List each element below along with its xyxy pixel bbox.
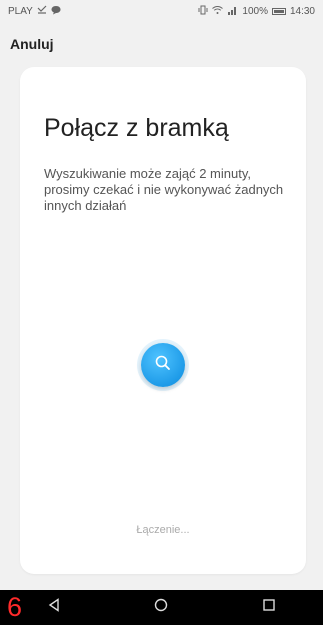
back-button[interactable] [39, 593, 69, 623]
status-bar: PLAY 100% 14:30 [0, 0, 323, 22]
carrier-label: PLAY [8, 5, 33, 17]
top-bar: Anuluj [0, 22, 323, 66]
clock: 14:30 [289, 5, 315, 17]
recent-apps-button[interactable] [254, 593, 284, 623]
vibrate-icon [198, 5, 208, 18]
page-title: Połącz z bramką [44, 114, 229, 142]
back-icon [47, 598, 61, 617]
battery-icon [271, 7, 286, 15]
wifi-icon [212, 5, 224, 18]
home-button[interactable] [146, 593, 176, 623]
message-icon [51, 5, 61, 18]
connect-gateway-card: Połącz z bramką Wyszukiwanie może zająć … [20, 67, 306, 574]
missed-call-icon [37, 5, 47, 18]
battery-percent: 100% [242, 5, 268, 17]
search-button[interactable] [141, 343, 185, 387]
home-icon [154, 598, 168, 617]
annotation-number: 6 [7, 592, 23, 622]
search-icon [154, 354, 172, 377]
navigation-bar: 6 [0, 590, 323, 625]
status-left: PLAY [8, 5, 61, 18]
connection-status: Łączenie... [136, 524, 190, 536]
signal-icon [227, 5, 238, 18]
search-description: Wyszukiwanie może zająć 2 minuty, prosim… [44, 166, 284, 213]
cancel-button[interactable]: Anuluj [10, 36, 54, 52]
recent-apps-icon [262, 598, 276, 617]
status-right: 100% 14:30 [198, 5, 315, 18]
